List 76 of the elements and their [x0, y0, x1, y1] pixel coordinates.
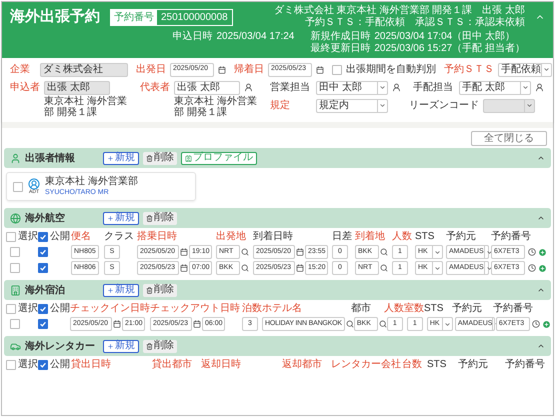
column-header: チェックイン日時	[70, 303, 150, 315]
column-header: 予約元	[452, 303, 483, 315]
input-field[interactable]: ダミ株式会社	[40, 62, 128, 76]
column-header: 人数	[392, 231, 413, 243]
select-field[interactable]: 田中 太郎	[316, 80, 388, 94]
column-header: 選択	[18, 231, 38, 243]
select-field[interactable]: 規定内	[316, 98, 388, 112]
column-header: 返却都市	[282, 359, 323, 371]
column-header: 貸出都市	[152, 359, 193, 371]
field-label: 帰着日	[234, 62, 264, 77]
column-header: 公開	[50, 303, 70, 315]
field-label: 申込者	[10, 80, 40, 95]
column-header: 選択	[18, 303, 38, 315]
booking-number-badge: 予約番号 250100000008	[110, 8, 233, 26]
column-header: レンタカー会社	[331, 359, 401, 371]
field-label: 営業担当	[270, 80, 311, 95]
select-field[interactable]: 手配依頼	[498, 62, 552, 76]
column-header: 予約番号	[491, 231, 532, 243]
input-field[interactable]: 出張 太郎	[44, 80, 110, 94]
section-title: 海外レンタカー	[25, 340, 96, 354]
column-header: 貸出日時	[71, 359, 112, 371]
field-label: 予約ＳＴＳ	[444, 63, 494, 77]
section-title: 海外航空	[25, 211, 66, 226]
collapse-all-button[interactable]: 全て閉じる	[471, 131, 547, 146]
column-header: 到着日時	[253, 231, 294, 243]
column-header: 出発地	[216, 231, 247, 243]
column-header: 公開	[50, 359, 70, 371]
section-title: 海外宿泊	[25, 283, 66, 298]
page-title: 海外出張予約	[10, 6, 100, 27]
column-header: ホテル名	[262, 303, 303, 315]
column-header: 予約元	[446, 231, 477, 243]
column-header: クラス	[104, 231, 135, 243]
column-header: 日差	[332, 231, 353, 243]
field-label: 企業	[10, 62, 31, 77]
column-header: STS	[427, 359, 448, 371]
created-label: 新規作成日時	[310, 31, 370, 42]
column-header: 搭乗日時	[137, 231, 178, 243]
updated-datetime: 2025/03/06 15:27（手配 担当者）	[374, 43, 525, 55]
column-header: 室数	[404, 303, 424, 315]
organization-text: ダミ株式会社 東京本社 海外営業部 開発１課 出張 太郎	[274, 5, 525, 16]
column-header: チェックアウト日時	[150, 303, 241, 315]
field-label: 出発日	[136, 62, 166, 77]
column-header: STS	[424, 303, 444, 315]
department-text: 東京本社 海外営業部 開発１課	[173, 96, 258, 118]
section-title: 出張者情報	[25, 152, 76, 166]
delete-button[interactable]: 削除	[143, 212, 177, 224]
delete-button[interactable]: 削除	[143, 152, 177, 164]
department-text: 東京本社 海外営業部 開発１課	[43, 96, 128, 118]
column-header: 到着地	[355, 231, 386, 243]
column-header: 人数	[384, 303, 404, 315]
column-header: 選択	[18, 359, 38, 371]
input-field[interactable]: 出張 太郎	[174, 80, 240, 94]
checkbox-label: 出張期間を自動判別	[346, 62, 436, 77]
column-header: 泊数	[242, 303, 262, 315]
column-header: 予約元	[458, 359, 489, 371]
field-label: 規定	[270, 98, 291, 113]
select-field[interactable]: 手配 太郎	[459, 80, 531, 94]
column-header: 台数	[402, 359, 423, 371]
updated-label: 最終更新日時	[310, 43, 370, 55]
column-header: STS	[415, 231, 436, 243]
column-header: 公開	[50, 231, 70, 243]
created-datetime: 2025/03/04 17:04（田中 太郎）	[374, 31, 516, 42]
applied-label: 申込日時	[172, 31, 212, 43]
delete-button[interactable]: 削除	[143, 340, 177, 352]
column-header: 都市	[351, 303, 372, 315]
column-header: 予約番号	[505, 359, 546, 371]
applied-datetime: 2025/03/04 17:24	[216, 31, 294, 43]
department-text: 東京本社 海外営業部	[45, 176, 138, 188]
delete-button[interactable]: 削除	[143, 284, 177, 296]
field-label: 代表者	[140, 80, 170, 95]
column-header: 予約番号	[493, 303, 534, 315]
column-header: 便名	[71, 231, 92, 243]
column-header: 返却日時	[201, 359, 242, 371]
field-label: 手配担当	[413, 80, 454, 95]
status-text: 予約ＳＴＳ：手配依頼 承認ＳＴＳ：承認未依頼	[305, 17, 525, 29]
field-label: リーズンコード	[409, 99, 479, 113]
